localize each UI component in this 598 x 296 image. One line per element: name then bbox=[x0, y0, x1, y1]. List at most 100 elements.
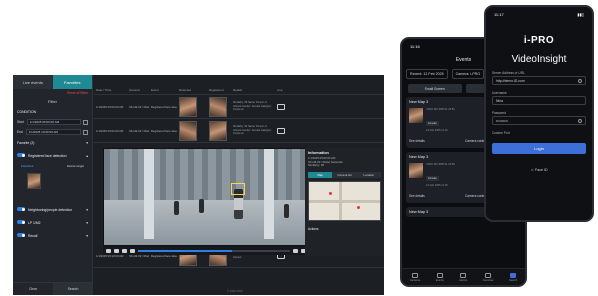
row-date: 1/1/2025 09:00:00 AM bbox=[96, 104, 124, 109]
lpr-label: LP 1/M2 bbox=[28, 221, 41, 225]
camera-icon bbox=[412, 272, 419, 278]
calendar-icon[interactable] bbox=[83, 119, 88, 125]
nav-events[interactable]: Events bbox=[436, 272, 444, 282]
see-details-button[interactable]: See details bbox=[409, 137, 462, 145]
nav-search[interactable]: Search bbox=[509, 272, 517, 282]
info-tabs: Map Camera list Location bbox=[308, 171, 381, 178]
nav-cameras[interactable]: Cameras bbox=[410, 272, 420, 282]
play-icon[interactable] bbox=[122, 248, 127, 253]
information-panel: Information 1/1/2025 09:00:00 AM SK-H9-0… bbox=[305, 148, 384, 256]
nav-alarms[interactable]: Alarms bbox=[459, 272, 467, 282]
desktop-console: Live events Favorites Reset all filters … bbox=[13, 75, 384, 295]
recall-label: Recall bbox=[28, 234, 38, 238]
clear-button[interactable]: Clear bbox=[13, 283, 53, 295]
calendar-icon[interactable] bbox=[83, 129, 88, 135]
registered-label: Registered face detection bbox=[28, 154, 67, 158]
card-meta: i-PRO WV-X8571L 23:51 bbox=[426, 108, 455, 111]
battery-icon: ▮▮▯ bbox=[577, 12, 584, 17]
neighbor-group[interactable]: Neighboring/people detection ▾ bbox=[13, 203, 92, 216]
location-map[interactable] bbox=[308, 180, 381, 221]
face-thumbnail[interactable] bbox=[409, 108, 423, 123]
registered-group[interactable]: Registered face detection ▴ bbox=[13, 149, 92, 162]
recent-filter[interactable]: Recent: 12 Feb 2025 bbox=[406, 69, 448, 79]
col-detected[interactable]: Detected bbox=[177, 88, 207, 94]
tab-favorites[interactable]: Favorites bbox=[52, 75, 92, 89]
neighbor-toggle[interactable] bbox=[17, 207, 25, 211]
footer-copyright: © 2025 i-PRO bbox=[227, 290, 244, 293]
registered-face-thumbnail[interactable] bbox=[209, 120, 227, 141]
registered-face-thumbnail[interactable] bbox=[209, 96, 227, 117]
small-screen-mode[interactable]: Small Screen bbox=[408, 84, 462, 93]
phone-login: 11:17 ▮▮▯ i-PRO VideoInsight Server Addr… bbox=[484, 5, 594, 222]
status-time: 11:17 bbox=[494, 12, 504, 17]
row-camera: SK-H9-02 / Model Networks bbox=[129, 128, 149, 133]
card-sub: 12 Feb 2025 11:15 bbox=[426, 184, 448, 188]
detected-face-thumbnail[interactable] bbox=[179, 120, 197, 141]
custom-port-label[interactable]: Custom Port bbox=[492, 131, 586, 135]
lpr-group[interactable]: LP 1/M2 ▾ bbox=[13, 216, 92, 229]
col-live[interactable]: Live bbox=[275, 88, 384, 94]
map-pin-icon[interactable] bbox=[329, 191, 332, 195]
favorite-group[interactable]: Favorite (2) ▾ bbox=[13, 137, 92, 149]
tab-map[interactable]: Map bbox=[308, 171, 333, 178]
snapshot-icon[interactable] bbox=[293, 248, 298, 253]
col-event[interactable]: Event bbox=[149, 88, 177, 94]
chevron-down-icon: ▾ bbox=[86, 233, 88, 238]
bottom-nav: Cameras Events Alarms Favorites Search bbox=[402, 268, 525, 285]
forward-icon[interactable] bbox=[130, 248, 135, 253]
card-title: New Map 3 bbox=[409, 100, 429, 104]
table-row[interactable]: 1/1/2025 09:02:00 AM SK-H9-02 / Model Ne… bbox=[94, 119, 384, 143]
live-camera-icon[interactable] bbox=[277, 127, 285, 134]
card-title: New Map 3 bbox=[409, 209, 429, 214]
map-pin-icon[interactable] bbox=[357, 205, 360, 209]
info-line: Similarity: 95 bbox=[308, 163, 325, 168]
face-id-button[interactable]: ☺ Face ID bbox=[486, 168, 592, 172]
star-icon bbox=[485, 272, 492, 278]
col-registered[interactable]: Registered bbox=[207, 88, 231, 94]
filter-actions: Clear Search bbox=[13, 282, 93, 295]
camera-filter[interactable]: Camera: i-PRO bbox=[451, 69, 485, 79]
eye-icon[interactable] bbox=[578, 118, 582, 123]
status-time: 11:16 bbox=[410, 44, 420, 49]
start-field[interactable]: 1/1/2025 09:00:00 AM bbox=[26, 119, 81, 125]
top-bar bbox=[94, 75, 384, 88]
recall-group[interactable]: Recall ▾ bbox=[13, 229, 92, 242]
see-details-button[interactable]: See details bbox=[409, 192, 462, 200]
registered-toggle[interactable] bbox=[17, 153, 25, 157]
video-scene bbox=[104, 149, 308, 204]
end-field[interactable]: 1/1/2025 10:00:00 AM bbox=[25, 129, 81, 135]
lpr-toggle[interactable] bbox=[17, 220, 25, 224]
tab-location[interactable]: Location bbox=[356, 171, 381, 178]
skip-back-icon[interactable] bbox=[106, 248, 111, 253]
timeline-scrubber[interactable] bbox=[138, 249, 290, 252]
tab-camera-list[interactable]: Camera list bbox=[332, 171, 357, 178]
table-row[interactable]: 1/1/2025 09:00:00 AM SK-H9-02 / Model Ne… bbox=[94, 95, 384, 119]
video-player[interactable] bbox=[103, 148, 309, 246]
start-row: Start 1/1/2025 09:00:00 AM bbox=[13, 117, 92, 127]
col-date[interactable]: Date / Time bbox=[94, 88, 127, 94]
row-details: Similarity: 95 Name: Person of Interest … bbox=[233, 101, 272, 112]
username-label: Username bbox=[492, 91, 507, 95]
col-camera[interactable]: Camera bbox=[127, 88, 149, 94]
rewind-icon[interactable] bbox=[114, 248, 119, 253]
live-camera-icon[interactable] bbox=[277, 103, 285, 110]
password-input[interactable]: •••••••••• bbox=[492, 116, 586, 125]
recall-toggle[interactable] bbox=[17, 233, 25, 237]
password-label: Password bbox=[492, 111, 506, 115]
search-button[interactable]: Search bbox=[53, 283, 93, 295]
reset-filters-link[interactable]: Reset all filters bbox=[67, 91, 88, 95]
face-thumbnail[interactable] bbox=[409, 162, 423, 178]
registered-links: Favorites Delete target bbox=[13, 162, 92, 170]
favorites-link[interactable]: Favorites bbox=[21, 164, 33, 168]
chevron-down-icon: ▾ bbox=[86, 141, 88, 145]
detected-face-thumbnail[interactable] bbox=[179, 96, 197, 117]
delete-target-link[interactable]: Delete target bbox=[67, 164, 84, 168]
nav-favorites[interactable]: Favorites bbox=[483, 272, 493, 282]
col-details[interactable]: Details bbox=[231, 88, 275, 94]
tab-live-events[interactable]: Live events bbox=[13, 75, 53, 89]
server-input[interactable]: http://demo.ID.com bbox=[492, 76, 586, 85]
history-icon[interactable] bbox=[578, 78, 582, 83]
username-input[interactable]: Nina bbox=[492, 96, 586, 105]
row-details: Similarity: 92 Name: Person of Interest … bbox=[233, 125, 272, 136]
login-button[interactable]: Login bbox=[492, 143, 586, 154]
